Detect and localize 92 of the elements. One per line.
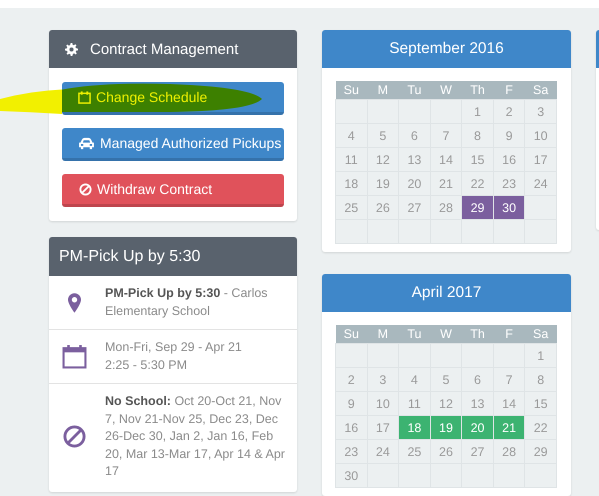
- day-cell[interactable]: 28: [430, 196, 462, 220]
- day-cell[interactable]: 17: [367, 416, 399, 440]
- weekday-label: Th: [462, 81, 494, 100]
- day-cell[interactable]: 14: [430, 148, 462, 172]
- ban-icon: [62, 425, 86, 448]
- day-cell[interactable]: 5: [367, 124, 399, 148]
- day-cell[interactable]: 21: [430, 172, 462, 196]
- day-cell[interactable]: 22: [524, 416, 556, 440]
- day-cell[interactable]: 28: [493, 440, 525, 464]
- weekday-label: M: [367, 81, 399, 100]
- day-cell[interactable]: 30: [493, 196, 525, 220]
- day-cell[interactable]: 10: [524, 124, 556, 148]
- schedule-text: PM-Pick Up by 5:30 - Carlos Elementary School: [105, 285, 269, 320]
- car-icon: [78, 136, 95, 150]
- day-cell[interactable]: 4: [398, 368, 430, 392]
- day-cell[interactable]: 29: [462, 196, 494, 220]
- day-cell[interactable]: 15: [462, 148, 494, 172]
- day-cell[interactable]: 26: [430, 440, 462, 464]
- day-cell[interactable]: 13: [398, 148, 430, 172]
- weekday-label: W: [430, 81, 462, 100]
- month-title: September 2016: [389, 40, 504, 58]
- day-cell[interactable]: 7: [430, 124, 462, 148]
- weekday-label: Sa: [524, 81, 556, 100]
- weekday-label: Su: [336, 325, 368, 344]
- schedule-text: Mon-Fri, Sep 29 - Apr 21: [105, 339, 242, 356]
- day-cell[interactable]: 27: [398, 196, 430, 220]
- calendar-icon: [62, 344, 86, 369]
- action-button[interactable]: Managed Authorized Pickups: [62, 128, 284, 161]
- day-cell[interactable]: 23: [336, 440, 368, 464]
- action-button[interactable]: Change Schedule: [62, 82, 284, 115]
- day-cell[interactable]: 19: [367, 172, 399, 196]
- day-cell[interactable]: 25: [336, 196, 368, 220]
- day-cell[interactable]: 13: [462, 392, 494, 416]
- day-cell[interactable]: 29: [524, 440, 556, 464]
- day-cell[interactable]: 16: [336, 416, 368, 440]
- day-cell[interactable]: 19: [430, 416, 462, 440]
- weekday-label: Su: [336, 81, 368, 100]
- day-cell[interactable]: 2: [336, 368, 368, 392]
- day-cell[interactable]: 11: [336, 148, 368, 172]
- day-cell[interactable]: 23: [493, 172, 525, 196]
- day-cell[interactable]: 27: [462, 440, 494, 464]
- day-cell[interactable]: 2: [493, 100, 525, 124]
- day-cell[interactable]: 5: [430, 368, 462, 392]
- card-title: PM-Pick Up by 5:30: [59, 248, 200, 266]
- action-button[interactable]: Withdraw Contract: [62, 174, 284, 207]
- day-cell[interactable]: 16: [493, 148, 525, 172]
- day-cell[interactable]: 20: [462, 416, 494, 440]
- day-cell[interactable]: 14: [493, 392, 525, 416]
- day-cell[interactable]: 22: [462, 172, 494, 196]
- day-cell[interactable]: 12: [430, 392, 462, 416]
- weekday-label: Tu: [398, 325, 430, 344]
- day-cell[interactable]: 12: [367, 148, 399, 172]
- day-cell[interactable]: 3: [367, 368, 399, 392]
- day-cell[interactable]: 30: [336, 464, 368, 488]
- day-cell[interactable]: 24: [524, 172, 556, 196]
- day-cell[interactable]: 11: [398, 392, 430, 416]
- day-cell[interactable]: 9: [493, 124, 525, 148]
- day-cell[interactable]: 18: [336, 172, 368, 196]
- location-pin-icon: [68, 292, 80, 312]
- weekday-label: F: [493, 325, 525, 344]
- day-cell[interactable]: 6: [462, 368, 494, 392]
- day-cell[interactable]: 8: [524, 368, 556, 392]
- schedule-text: No School: Oct 20-Oct 21, Nov 7, Nov 21-Nov 25, Dec 23, Dec 26-Dec 30, Jan 2, Jan 16, Feb 20, Mar 13-Mar 17, Apr 14 & Apr 17: [105, 393, 286, 480]
- month-title: April 2017: [412, 284, 482, 302]
- day-cell[interactable]: 26: [367, 196, 399, 220]
- day-cell[interactable]: 3: [524, 100, 556, 124]
- settings-icon: [65, 42, 78, 56]
- day-cell[interactable]: 15: [524, 392, 556, 416]
- day-cell[interactable]: 1: [462, 100, 494, 124]
- day-cell[interactable]: 8: [462, 124, 494, 148]
- day-cell[interactable]: 4: [336, 124, 368, 148]
- day-cell[interactable]: 20: [398, 172, 430, 196]
- weekday-label: W: [430, 325, 462, 344]
- card-title: Contract Management: [90, 40, 238, 58]
- day-cell[interactable]: 1: [524, 344, 556, 368]
- day-cell[interactable]: 18: [398, 416, 430, 440]
- ban-icon: [79, 182, 92, 196]
- day-cell[interactable]: 17: [524, 148, 556, 172]
- weekday-label: Tu: [398, 81, 430, 100]
- weekday-label: Th: [462, 325, 494, 344]
- weekday-label: Sa: [524, 325, 556, 344]
- day-cell[interactable]: 25: [398, 440, 430, 464]
- day-cell[interactable]: 21: [493, 416, 525, 440]
- calendar-icon: [78, 90, 91, 104]
- weekday-label: M: [367, 325, 399, 344]
- weekday-label: F: [493, 81, 525, 100]
- day-cell[interactable]: 10: [367, 392, 399, 416]
- day-cell[interactable]: 24: [367, 440, 399, 464]
- schedule-text: 2:25 - 5:30 PM: [105, 356, 188, 374]
- day-cell[interactable]: 7: [493, 368, 525, 392]
- day-cell[interactable]: 9: [336, 392, 368, 416]
- day-cell[interactable]: 6: [398, 124, 430, 148]
